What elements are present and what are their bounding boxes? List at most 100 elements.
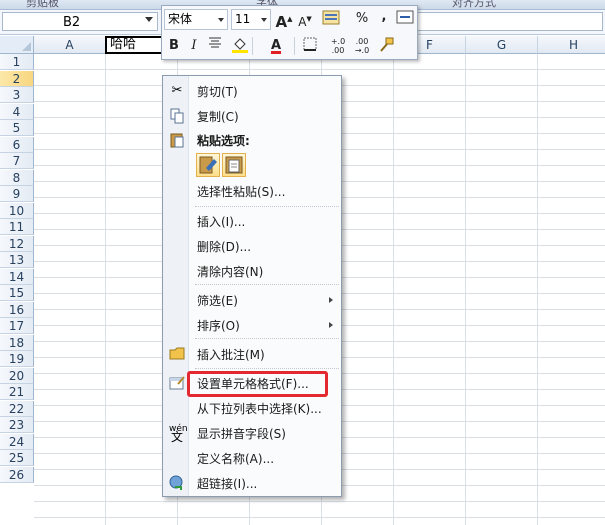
phonetic-icon: wén 文 [169, 424, 188, 444]
menu-item-label: 选择性粘贴(S)... [197, 185, 286, 199]
name-box-value: B2 [63, 15, 81, 30]
menu-separator [195, 368, 339, 369]
chevron-down-icon[interactable] [218, 18, 224, 22]
align-center-icon [209, 37, 221, 48]
menu-item-cut[interactable]: ✂ 剪切(T) [165, 80, 339, 102]
cell-b2-value: 哈哈 [110, 37, 137, 52]
menu-item-copy[interactable]: 复制(C) [165, 105, 339, 127]
bold-button[interactable]: B [164, 36, 184, 56]
menu-item-show-phonetic[interactable]: wén 文 显示拼音字段(S) [165, 422, 339, 444]
row-header-11[interactable]: 11 [0, 219, 34, 235]
submenu-arrow-icon [329, 322, 333, 328]
menu-item-paste-special[interactable]: 选择性粘贴(S)... [165, 180, 339, 202]
toolbar-separator [294, 37, 295, 55]
row-header-4[interactable]: 4 [0, 103, 34, 120]
menu-item-label: 显示拼音字段(S) [197, 427, 286, 441]
row-header-7[interactable]: 7 [0, 153, 34, 169]
chevron-down-icon[interactable] [145, 17, 153, 22]
column-header-g[interactable]: G [466, 36, 538, 54]
row-header-17[interactable]: 17 [0, 318, 34, 334]
row-header-2[interactable]: 2 [0, 70, 34, 87]
font-size-box[interactable]: 11 [231, 9, 271, 30]
grow-font-label: A [275, 13, 288, 31]
decrease-decimal-button[interactable]: .00 →.0 [352, 37, 372, 57]
center-align-button[interactable] [205, 36, 225, 56]
annotation-highlight-box [187, 371, 328, 397]
font-color-button[interactable]: A [266, 36, 286, 56]
row-header-5[interactable]: 5 [0, 120, 34, 136]
menu-item-pick-from-list[interactable]: 从下拉列表中选择(K)... [165, 397, 339, 419]
row-header-18[interactable]: 18 [0, 334, 34, 351]
row-header-23[interactable]: 23 [0, 417, 34, 433]
column-header-h[interactable]: H [538, 36, 605, 54]
toolbar-separator [252, 37, 253, 55]
format-painter-icon [380, 37, 394, 52]
menu-item-insert[interactable]: 插入(I)... [165, 210, 339, 232]
increase-decimal-button[interactable]: +.0 .00 [328, 37, 348, 57]
menu-separator [195, 284, 339, 285]
grow-font-button[interactable]: A▲ [274, 9, 294, 31]
shrink-font-button[interactable]: A▼ [295, 9, 315, 29]
chevron-down-icon[interactable] [261, 18, 267, 22]
paint-bucket-icon [232, 38, 248, 53]
row-header-14[interactable]: 14 [0, 268, 34, 285]
paste-option-all[interactable] [196, 153, 220, 177]
paste-option-values[interactable] [222, 153, 246, 177]
row-header-9[interactable]: 9 [0, 186, 34, 202]
row-header-19[interactable]: 19 [0, 351, 34, 367]
row-header-24[interactable]: 24 [0, 433, 34, 450]
select-all-corner[interactable] [0, 36, 34, 54]
row-header-3[interactable]: 3 [0, 87, 34, 103]
formula-input[interactable] [398, 12, 603, 31]
font-size-value: 11 [235, 12, 251, 26]
menu-item-define-name[interactable]: 定义名称(A)... [165, 447, 339, 469]
font-name-box[interactable]: 宋体 [164, 9, 228, 30]
menu-item-label: 筛选(E) [197, 294, 238, 308]
menu-item-filter[interactable]: 筛选(E) [165, 289, 339, 311]
font-name-value: 宋体 [168, 12, 193, 26]
menu-item-label: 排序(O) [197, 319, 240, 333]
row-header-26[interactable]: 26 [0, 466, 34, 483]
row-header-12[interactable]: 12 [0, 235, 34, 252]
menu-item-delete[interactable]: 删除(D)... [165, 235, 339, 257]
menu-item-clear-contents[interactable]: 清除内容(N) [165, 260, 339, 282]
menu-item-label: 剪切(T) [197, 85, 238, 99]
row-header-8[interactable]: 8 [0, 169, 34, 186]
ribbon-group-clipboard: 剪贴板 [26, 0, 59, 9]
menu-item-label: 插入批注(M) [197, 348, 265, 362]
menu-item-paste-options: 粘贴选项: [165, 129, 339, 151]
copy-icon [169, 108, 185, 124]
row-header-1[interactable]: 1 [0, 54, 34, 70]
row-header-21[interactable]: 21 [0, 384, 34, 400]
menu-item-sort[interactable]: 排序(O) [165, 314, 339, 336]
row-header-6[interactable]: 6 [0, 136, 34, 153]
percent-button[interactable]: % [352, 9, 372, 29]
menu-item-insert-comment[interactable]: 插入批注(M) [165, 343, 339, 365]
format-painter-button[interactable] [376, 36, 396, 56]
row-header-25[interactable]: 25 [0, 450, 34, 466]
submenu-arrow-icon [329, 297, 333, 303]
accounting-format-button[interactable] [318, 9, 346, 29]
row-header-10[interactable]: 10 [0, 202, 34, 219]
borders-icon [303, 37, 317, 51]
row-header-13[interactable]: 13 [0, 252, 34, 268]
row-header-20[interactable]: 20 [0, 367, 34, 384]
fill-color-button[interactable] [230, 36, 250, 56]
menu-item-label: 超链接(I)... [197, 477, 258, 491]
row-header-22[interactable]: 22 [0, 400, 34, 417]
name-box[interactable]: B2 [2, 12, 158, 31]
row-header-15[interactable]: 15 [0, 285, 34, 301]
column-header-a[interactable]: A [34, 36, 106, 54]
paste-all-icon [199, 156, 217, 174]
comma-button[interactable]: , [374, 7, 394, 27]
borders-button[interactable] [300, 36, 320, 56]
menu-item-label: 从下拉列表中选择(K)... [197, 402, 322, 416]
menu-item-hyperlink[interactable]: 超链接(I)... [165, 472, 339, 494]
italic-button[interactable]: I [184, 36, 204, 56]
menu-item-label: 插入(I)... [197, 215, 246, 229]
format-cells-icon [169, 375, 185, 391]
menu-item-label: 定义名称(A)... [197, 452, 275, 466]
row-header-16[interactable]: 16 [0, 301, 34, 318]
merge-center-button[interactable] [395, 9, 415, 29]
comment-icon [169, 346, 185, 362]
